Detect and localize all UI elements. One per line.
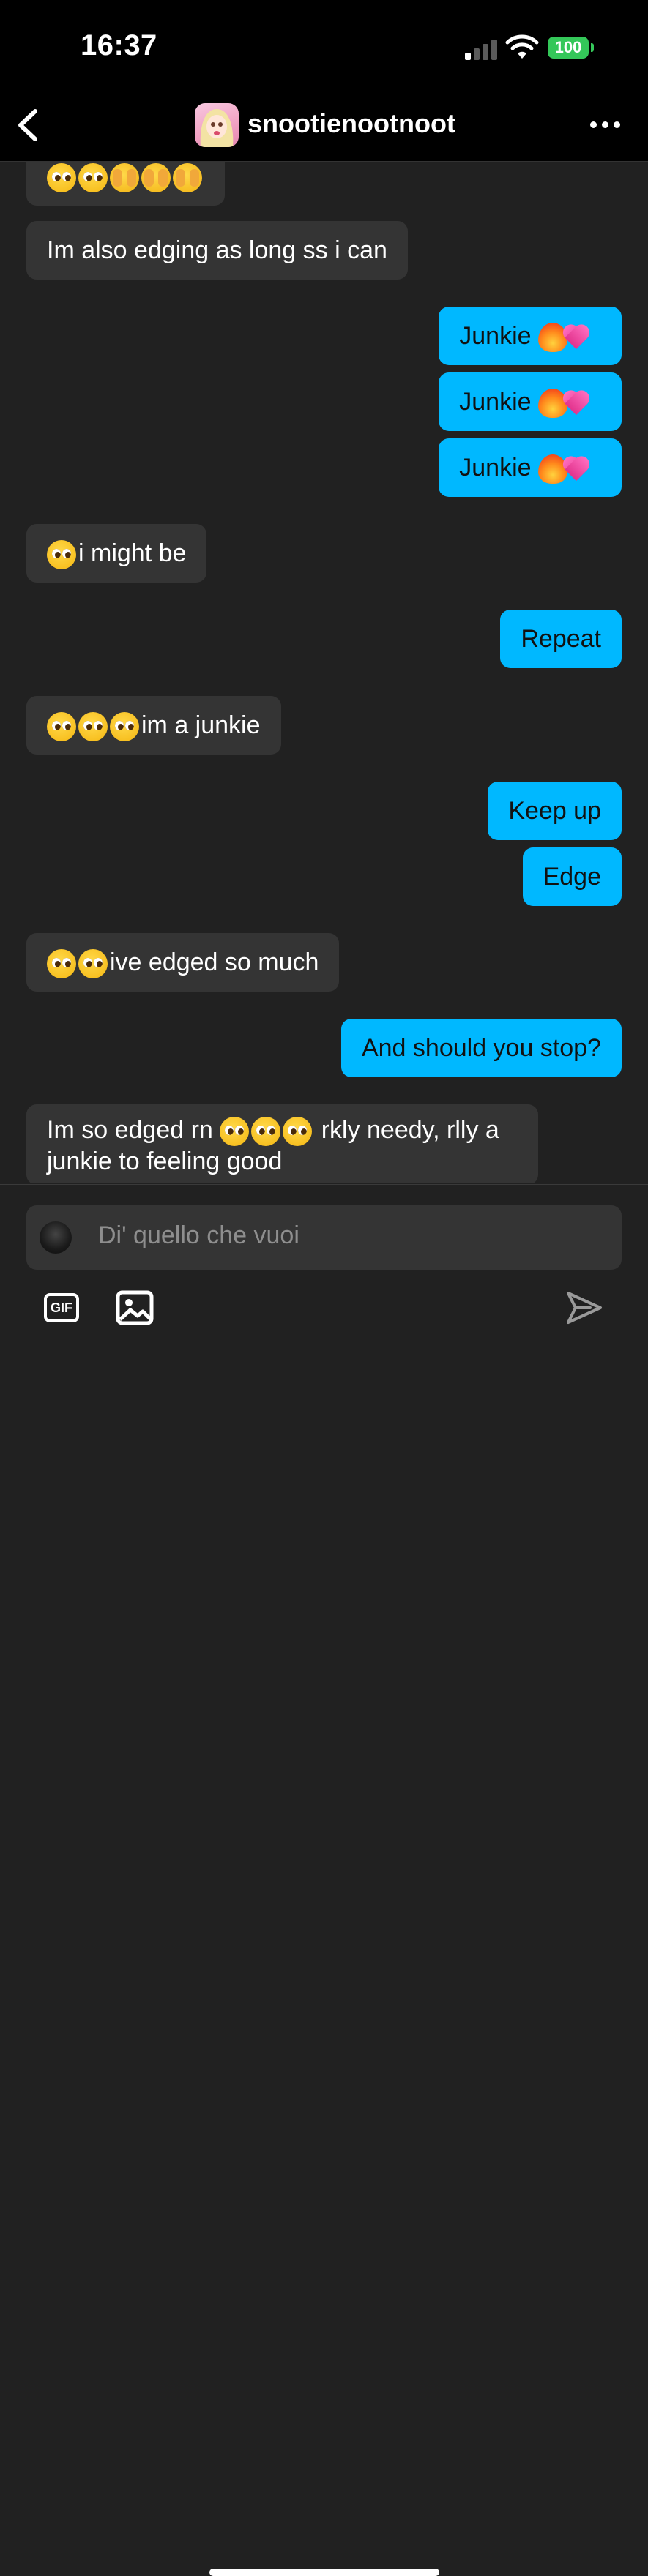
incoming-message: Im also edging as long ss i can <box>26 221 408 280</box>
pleading-face-icon <box>78 949 108 979</box>
incoming-message: ive edged so much <box>26 933 340 992</box>
pleading-face-icon <box>47 540 76 570</box>
status-time: 16:37 <box>81 29 157 61</box>
message-text: Junkie <box>459 454 532 482</box>
message-text: Edge <box>543 863 601 891</box>
outgoing-message: Repeat <box>500 610 622 668</box>
message-text: Keep up <box>508 797 601 825</box>
face-with-hand-over-eyes-icon <box>141 163 171 193</box>
outgoing-message: Junkie <box>439 372 622 431</box>
message-text: Im also edging as long ss i can <box>47 236 387 264</box>
status-bar: 16:37 100 <box>0 0 648 88</box>
composer: Di' quello che vuoi GIF <box>0 1184 648 2576</box>
more-options-button[interactable] <box>587 116 624 133</box>
outgoing-message: Junkie <box>439 307 622 365</box>
face-with-hand-over-eyes-icon <box>173 163 202 193</box>
incoming-message: Im so edged rn rkly needy, rlly a junkie… <box>26 1104 538 1183</box>
message-text: ive edged so much <box>110 948 319 976</box>
avatar[interactable] <box>195 103 239 147</box>
pleading-face-icon <box>47 163 76 193</box>
wifi-icon <box>505 34 539 59</box>
sparkling-heart-icon <box>570 454 599 484</box>
pleading-face-icon <box>47 949 76 979</box>
pleading-face-icon <box>251 1117 281 1147</box>
pleading-face-icon <box>78 712 108 742</box>
pleading-face-icon <box>47 712 76 742</box>
incoming-message: im a junkie <box>26 696 281 755</box>
message-text: Junkie <box>459 322 532 350</box>
outgoing-message: Junkie <box>439 438 622 497</box>
message-text: And should you stop? <box>361 1034 601 1062</box>
pleading-face-icon <box>283 1117 313 1147</box>
outgoing-message: Keep up <box>488 782 622 840</box>
user-avatar <box>40 1221 72 1254</box>
image-icon[interactable] <box>116 1290 154 1325</box>
battery-tip <box>591 43 594 52</box>
incoming-message <box>26 162 225 206</box>
outgoing-message: Edge <box>522 847 622 906</box>
message-list[interactable]: Im also edging as long ss i can Junkie J… <box>0 162 648 1183</box>
back-button[interactable] <box>10 105 47 145</box>
message-text: Junkie <box>459 388 532 416</box>
sparkling-heart-icon <box>570 389 599 418</box>
message-text: Im so edged rn <box>47 1116 213 1144</box>
send-icon[interactable] <box>564 1287 605 1328</box>
message-text: im a junkie <box>141 711 261 739</box>
pleading-face-icon <box>220 1117 250 1147</box>
gif-button[interactable]: GIF <box>44 1293 79 1322</box>
battery-indicator: 100 <box>548 37 589 59</box>
fire-icon <box>538 454 567 484</box>
outgoing-message: And should you stop? <box>340 1019 622 1077</box>
home-indicator <box>209 2569 439 2576</box>
message-input[interactable]: Di' quello che vuoi <box>26 1205 622 1270</box>
chat-header: snootienootnoot <box>0 88 648 162</box>
pleading-face-icon <box>110 712 139 742</box>
message-text: i might be <box>78 539 187 567</box>
fire-icon <box>538 323 567 353</box>
contact-username[interactable]: snootienootnoot <box>247 108 455 139</box>
face-with-hand-over-eyes-icon <box>110 163 139 193</box>
cellular-signal-icon <box>465 38 499 60</box>
fire-icon <box>538 389 567 419</box>
sparkling-heart-icon <box>570 323 599 352</box>
message-text: Repeat <box>521 625 601 653</box>
input-placeholder: Di' quello che vuoi <box>98 1221 299 1249</box>
pleading-face-icon <box>78 163 108 193</box>
incoming-message: i might be <box>26 524 207 583</box>
